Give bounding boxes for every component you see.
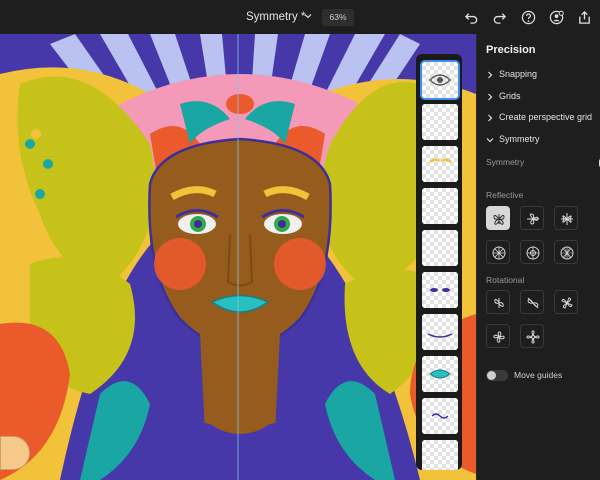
rotational-6-button[interactable] (486, 324, 510, 348)
reflective-label: Reflective (486, 190, 524, 200)
radial-flower-icon (526, 246, 540, 260)
layer-thumbnail[interactable] (422, 62, 458, 98)
reflective-vertical-button[interactable] (486, 206, 510, 230)
layers-panel (416, 54, 462, 470)
rotational-flower-icon (526, 330, 540, 344)
layer-thumbnail[interactable] (422, 272, 458, 308)
chevron-right-icon (488, 93, 493, 101)
butterfly-quad-icon (561, 213, 573, 225)
section-label: Grids (499, 91, 521, 101)
move-guides-toggle[interactable] (486, 370, 508, 381)
zoom-level[interactable]: 63% (322, 9, 354, 26)
layer-thumbnail[interactable] (422, 356, 458, 392)
reflective-horizontal-button[interactable] (520, 206, 544, 230)
radial-flower-icon (560, 246, 574, 260)
layer-preview (427, 333, 453, 338)
layer-thumbnail[interactable] (422, 398, 458, 434)
chevron-down-icon (486, 138, 494, 143)
rotational-label: Rotational (486, 275, 525, 285)
layer-preview (430, 288, 450, 292)
share-user-icon[interactable] (549, 10, 564, 25)
chevron-right-icon (488, 114, 493, 122)
reflective-radial-8-button[interactable] (520, 240, 544, 264)
butterfly-horizontal-icon (527, 213, 539, 225)
panel-title: Precision (486, 44, 536, 56)
toggle-knob (487, 371, 496, 380)
rotational-flower-icon (493, 331, 505, 343)
export-icon[interactable] (577, 10, 592, 25)
butterfly-vertical-icon (493, 214, 505, 225)
radial-flower-icon (492, 246, 506, 260)
symmetry-toggle-label: Symmetry (486, 157, 525, 167)
layer-preview (429, 369, 451, 379)
layer-thumbnail[interactable] (422, 146, 458, 182)
rotational-butterfly-icon (494, 298, 504, 308)
help-icon[interactable] (521, 10, 536, 25)
reflective-quad-button[interactable] (554, 206, 578, 230)
eye-icon (429, 74, 451, 86)
top-bar: Symmetry * 63% (0, 0, 600, 34)
section-label: Symmetry (499, 134, 540, 144)
chevron-down-icon[interactable] (303, 11, 313, 21)
redo-icon[interactable] (492, 10, 507, 25)
undo-icon[interactable] (464, 10, 479, 25)
rotational-butterfly-icon (527, 297, 539, 309)
layer-thumbnail[interactable] (422, 440, 458, 470)
chevron-right-icon (488, 71, 493, 79)
section-label: Create perspective grid (499, 112, 593, 122)
section-label: Snapping (499, 69, 538, 79)
layer-thumbnail[interactable] (422, 188, 458, 224)
precision-panel: Precision Snapping Grids Create perspect… (476, 34, 600, 480)
layer-preview (429, 158, 452, 164)
drawing-canvas[interactable] (0, 34, 476, 480)
rotational-butterfly-icon (561, 297, 573, 309)
move-guides-label: Move guides (514, 370, 563, 380)
document-title[interactable]: Symmetry * (246, 11, 305, 23)
rotational-4-button[interactable] (554, 290, 578, 314)
artwork-illustration (0, 34, 476, 480)
layer-thumbnail[interactable] (422, 314, 458, 350)
reflective-radial-6-button[interactable] (486, 240, 510, 264)
reflective-radial-12-button[interactable] (554, 240, 578, 264)
rotational-8-button[interactable] (520, 324, 544, 348)
layer-preview (431, 413, 449, 419)
rotational-2-button[interactable] (486, 290, 510, 314)
layer-thumbnail[interactable] (422, 104, 458, 140)
layer-thumbnail[interactable] (422, 230, 458, 266)
rotational-2-diagonal-button[interactable] (520, 290, 544, 314)
